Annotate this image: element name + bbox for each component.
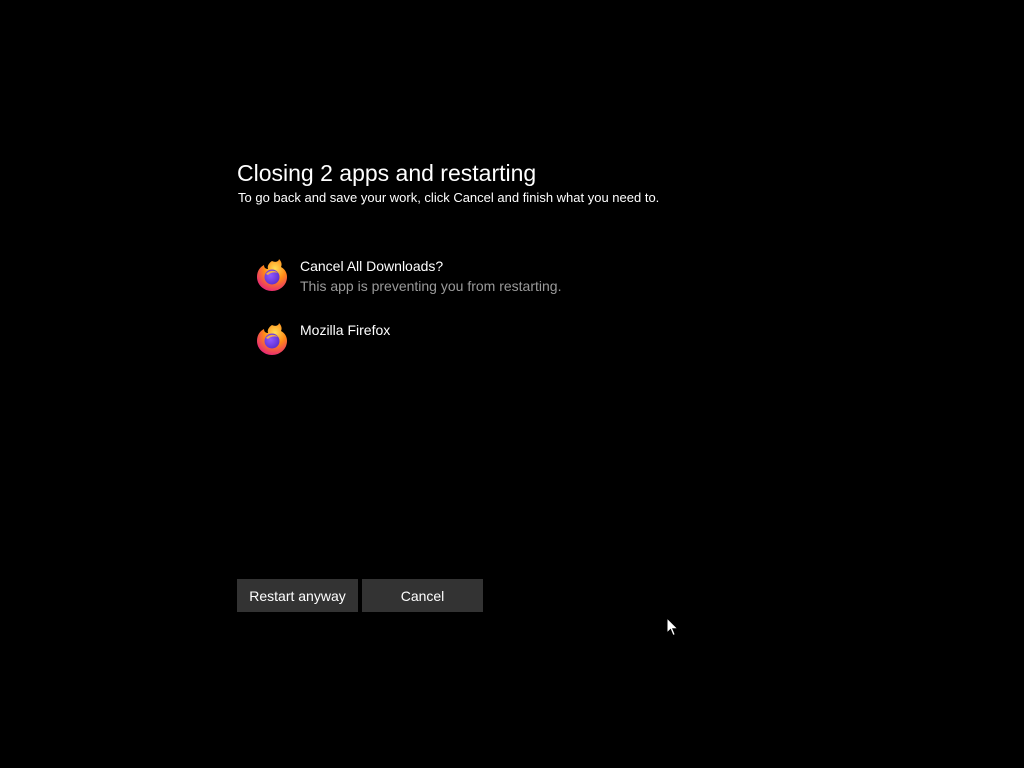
- firefox-icon: [257, 323, 287, 355]
- dialog-subtitle: To go back and save your work, click Can…: [238, 190, 660, 205]
- button-row: Restart anyway Cancel: [237, 579, 483, 612]
- restart-anyway-button[interactable]: Restart anyway: [237, 579, 358, 612]
- app-text: Cancel All Downloads? This app is preven…: [300, 256, 561, 297]
- app-status: This app is preventing you from restarti…: [300, 278, 562, 294]
- list-item: Mozilla Firefox: [255, 320, 755, 384]
- app-name: Cancel All Downloads?: [300, 258, 444, 274]
- blocking-app-list: Cancel All Downloads? This app is preven…: [255, 256, 755, 384]
- list-item: Cancel All Downloads? This app is preven…: [255, 256, 755, 320]
- cancel-button[interactable]: Cancel: [362, 579, 483, 612]
- app-text: Mozilla Firefox: [300, 320, 390, 339]
- restart-dialog: Closing 2 apps and restarting To go back…: [237, 158, 797, 206]
- app-name: Mozilla Firefox: [300, 322, 391, 338]
- dialog-title: Closing 2 apps and restarting: [237, 160, 537, 186]
- restart-screen: Closing 2 apps and restarting To go back…: [0, 0, 1024, 768]
- firefox-icon: [257, 259, 287, 291]
- mouse-pointer-icon: [666, 617, 680, 637]
